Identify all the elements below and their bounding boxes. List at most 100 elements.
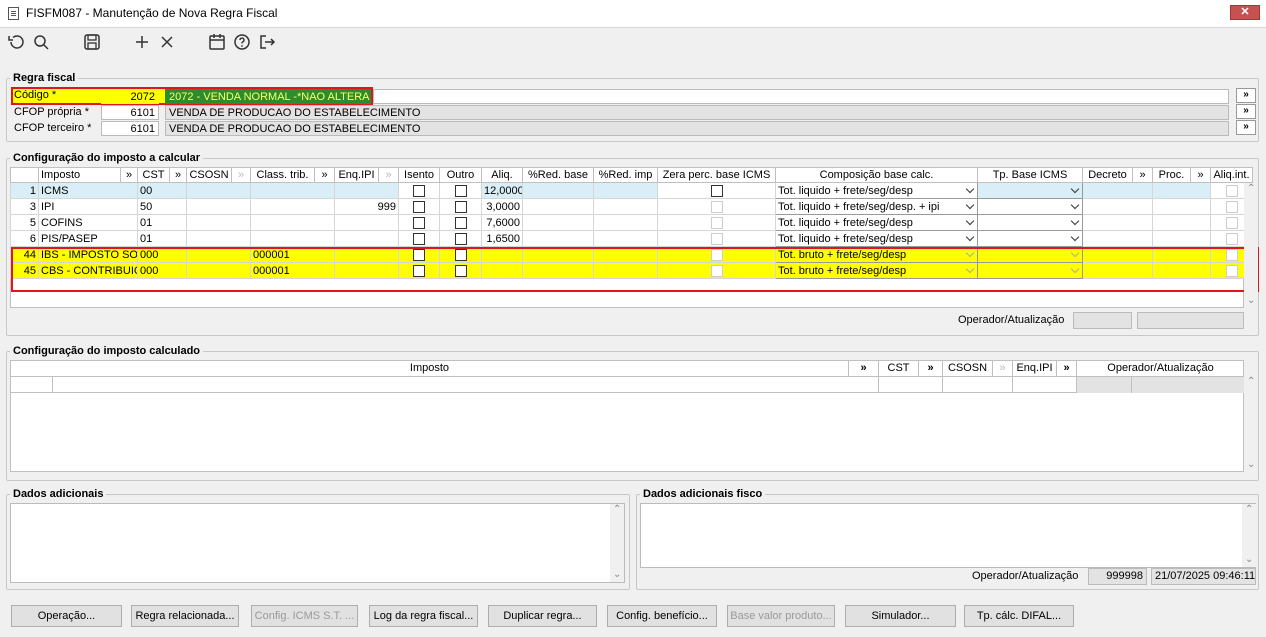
zera-perc-checkbox[interactable]	[710, 184, 723, 197]
tax-decreto[interactable]	[1082, 214, 1153, 231]
tax-proc[interactable]	[1152, 214, 1211, 231]
cfop-propria-input[interactable]: 6101	[101, 105, 159, 120]
tax-outro[interactable]	[439, 198, 482, 215]
outro-checkbox[interactable]	[454, 200, 467, 213]
tax-red-base[interactable]	[522, 262, 594, 279]
tax-row[interactable]: 45CBS - CONTRIBUIÇÃO SOBRE BENS E SERVIÇ…	[10, 262, 1253, 279]
tax-proc[interactable]	[1152, 230, 1211, 247]
tax-proc[interactable]	[1152, 198, 1211, 215]
tax-zera-perc[interactable]	[657, 246, 776, 263]
composicao-select[interactable]: Tot. bruto + frete/seg/desp	[775, 262, 978, 279]
tax-isento[interactable]	[398, 230, 440, 247]
tax-isento[interactable]	[398, 246, 440, 263]
calculado-row-cst[interactable]	[879, 377, 943, 393]
tax-decreto[interactable]	[1082, 182, 1153, 199]
tax-decreto[interactable]	[1082, 262, 1153, 279]
col-enq-ipi[interactable]: Enq.IPI	[334, 167, 379, 183]
tax-csosn[interactable]	[186, 230, 251, 247]
col-aliq-int[interactable]: Aliq.int.	[1210, 167, 1253, 183]
isento-checkbox[interactable]	[413, 200, 425, 213]
col-red-imp[interactable]: %Red. imp	[593, 167, 658, 183]
tax-enq-ipi[interactable]	[334, 262, 399, 279]
tax-aliq[interactable]	[481, 246, 523, 263]
tax-cst[interactable]: 000	[137, 262, 187, 279]
undo-icon[interactable]	[6, 33, 26, 53]
close-icon[interactable]	[157, 33, 177, 53]
tax-name[interactable]: CBS - CONTRIBUIÇÃO SOBRE BENS E SERVIÇOS	[38, 262, 138, 279]
calc2-col-cst-search[interactable]: »	[919, 361, 943, 376]
action-button[interactable]: Duplicar regra...	[488, 605, 597, 627]
tax-proc[interactable]	[1152, 246, 1211, 263]
tax-outro[interactable]	[439, 246, 482, 263]
search-icon[interactable]	[31, 33, 51, 53]
tax-aliq[interactable]: 3,0000	[481, 198, 523, 215]
exit-icon[interactable]	[257, 33, 277, 53]
calc2-col-enq-ipi-search[interactable]: »	[1057, 361, 1077, 376]
action-button[interactable]: Operação...	[11, 605, 122, 627]
calc2-col-imposto[interactable]: Imposto	[11, 361, 849, 376]
tax-aliq[interactable]: 7,6000	[481, 214, 523, 231]
calculado-row-imposto[interactable]	[53, 377, 879, 393]
col-cst-search[interactable]: »	[169, 167, 187, 183]
col-proc-search[interactable]: »	[1190, 167, 1211, 183]
tax-name[interactable]: ICMS	[38, 182, 138, 199]
col-imposto-search[interactable]: »	[120, 167, 138, 183]
tax-red-base[interactable]	[522, 182, 594, 199]
col-red-base[interactable]: %Red. base	[522, 167, 594, 183]
col-imposto[interactable]: Imposto	[38, 167, 121, 183]
tax-enq-ipi[interactable]	[334, 182, 399, 199]
tax-zera-perc[interactable]	[657, 214, 776, 231]
tax-cst[interactable]: 01	[137, 230, 187, 247]
tax-csosn[interactable]	[186, 262, 251, 279]
outro-checkbox[interactable]	[454, 216, 467, 229]
tax-decreto[interactable]	[1082, 198, 1153, 215]
calc2-col-operador[interactable]: Operador/Atualização	[1077, 361, 1244, 376]
tax-enq-ipi[interactable]: 999	[334, 198, 399, 215]
tax-csosn[interactable]	[186, 182, 251, 199]
dados-fisco-scrollbar[interactable]	[1242, 504, 1256, 567]
composicao-select[interactable]: Tot. liquido + frete/seg/desp	[775, 214, 978, 231]
tax-class-trib[interactable]	[250, 198, 335, 215]
calc2-col-cst[interactable]: CST	[879, 361, 919, 376]
tax-code[interactable]: 44	[10, 246, 39, 263]
col-zera-perc[interactable]: Zera perc. base ICMS	[657, 167, 776, 183]
isento-checkbox[interactable]	[413, 248, 425, 261]
calendar-icon[interactable]	[207, 33, 227, 53]
tax-csosn[interactable]	[186, 198, 251, 215]
action-button[interactable]: Log da regra fiscal...	[369, 605, 478, 627]
tax-name[interactable]: PIS/PASEP	[38, 230, 138, 247]
outro-checkbox[interactable]	[454, 248, 467, 261]
calculado-row-csosn[interactable]	[943, 377, 1013, 393]
tax-red-imp[interactable]	[593, 182, 658, 199]
add-icon[interactable]	[132, 33, 152, 53]
tax-red-imp[interactable]	[593, 230, 658, 247]
tax-aliq[interactable]: 12,0000	[481, 182, 523, 199]
tp-base-icms-select[interactable]	[977, 262, 1083, 279]
action-button[interactable]: Simulador...	[845, 605, 956, 627]
tax-isento[interactable]	[398, 262, 440, 279]
config-calculado-scrollbar[interactable]	[1244, 376, 1258, 472]
calculado-row-enq[interactable]	[1013, 377, 1077, 393]
isento-checkbox[interactable]	[413, 264, 425, 277]
tax-class-trib[interactable]: 000001	[250, 246, 335, 263]
tax-red-base[interactable]	[522, 230, 594, 247]
tax-red-imp[interactable]	[593, 246, 658, 263]
tax-proc[interactable]	[1152, 262, 1211, 279]
tax-aliq[interactable]	[481, 262, 523, 279]
composicao-select[interactable]: Tot. bruto + frete/seg/desp	[775, 246, 978, 263]
tax-class-trib[interactable]	[250, 214, 335, 231]
tp-base-icms-select[interactable]	[977, 246, 1083, 263]
tax-enq-ipi[interactable]	[334, 230, 399, 247]
tax-code[interactable]: 6	[10, 230, 39, 247]
codigo-search-button[interactable]: »	[1236, 88, 1256, 103]
tax-cst[interactable]: 50	[137, 198, 187, 215]
tax-outro[interactable]	[439, 230, 482, 247]
outro-checkbox[interactable]	[454, 232, 467, 245]
col-class-trib-search[interactable]: »	[314, 167, 335, 183]
tax-zera-perc[interactable]	[657, 230, 776, 247]
col-decreto[interactable]: Decreto	[1082, 167, 1133, 183]
tax-red-base[interactable]	[522, 214, 594, 231]
isento-checkbox[interactable]	[413, 184, 425, 197]
col-tp-base-icms[interactable]: Tp. Base ICMS	[977, 167, 1083, 183]
col-class-trib[interactable]: Class. trib.	[250, 167, 315, 183]
